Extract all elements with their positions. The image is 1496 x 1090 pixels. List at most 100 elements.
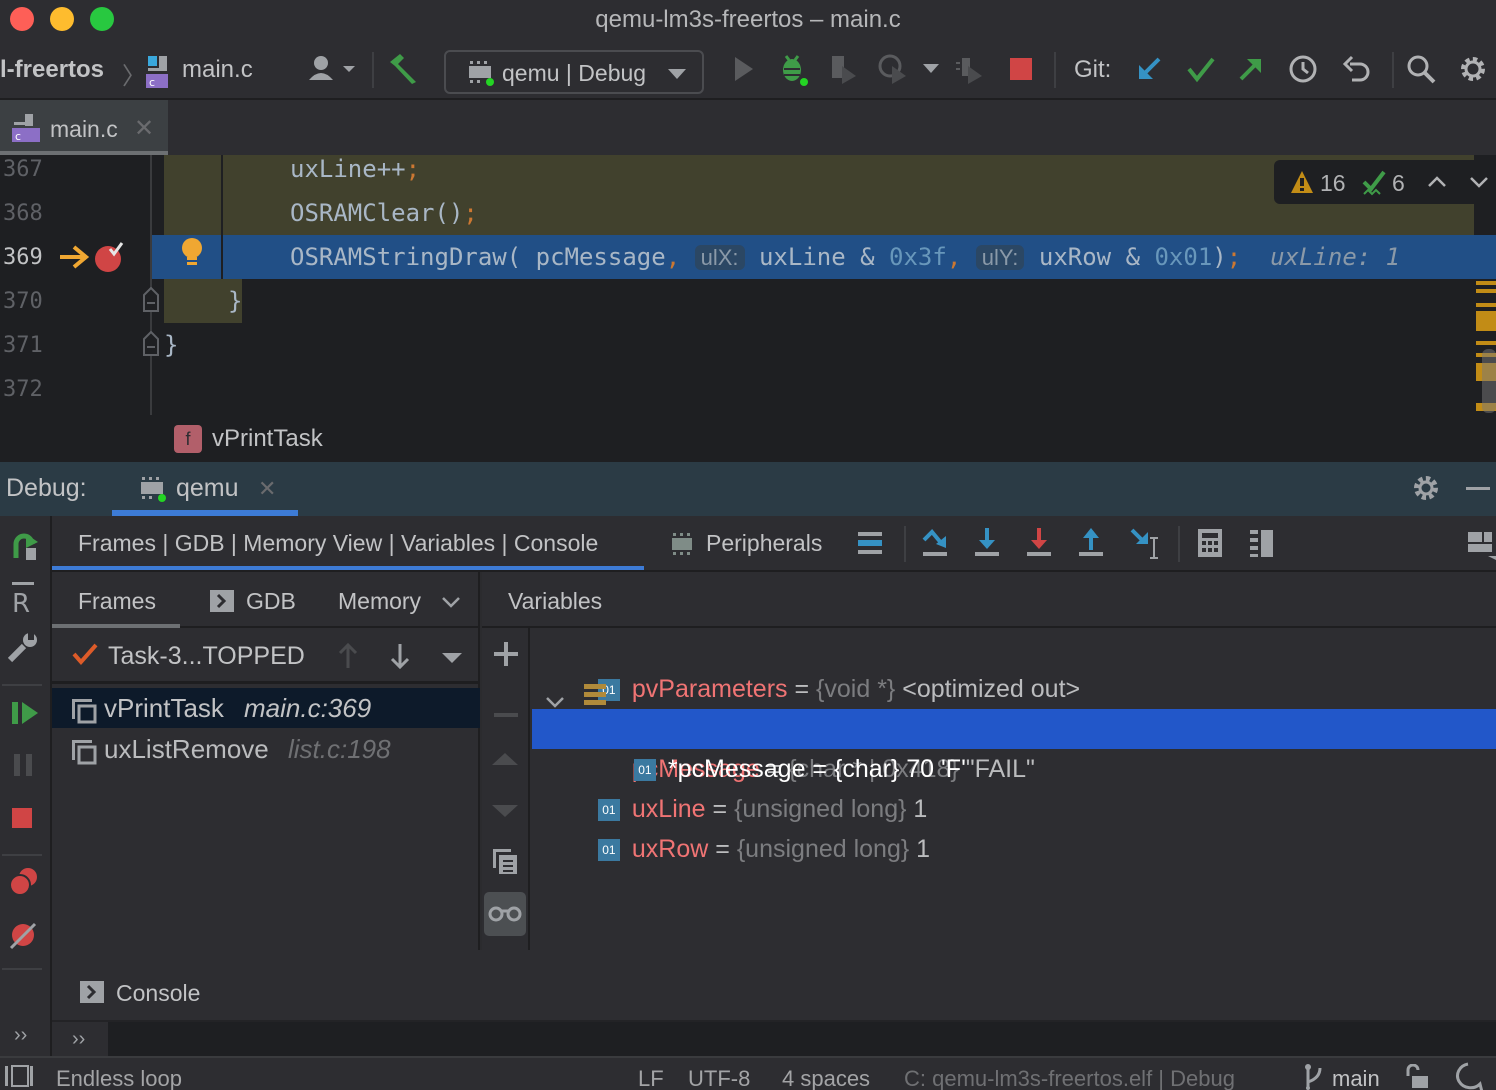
breadcrumb-file[interactable]: main.c: [182, 56, 253, 84]
vcs-users-icon[interactable]: [304, 52, 356, 86]
layout-tab[interactable]: Frames | GDB | Memory View | Variables |…: [52, 516, 644, 572]
run-to-cursor-icon[interactable]: [1128, 526, 1162, 565]
run-configuration-select[interactable]: qemu | Debug: [444, 50, 704, 94]
line-separator-widget[interactable]: LF: [638, 1066, 664, 1090]
reset-r-icon[interactable]: R: [10, 580, 38, 619]
settings-gear-icon[interactable]: [1456, 52, 1490, 86]
close-tab-icon[interactable]: ✕: [134, 114, 154, 143]
git-push-icon[interactable]: [1234, 52, 1268, 86]
encoding-widget[interactable]: UTF-8: [688, 1066, 750, 1090]
thread-selector[interactable]: Task-3...TOPPED: [52, 628, 480, 684]
duplicate-watch-icon[interactable]: [492, 848, 518, 881]
next-frame-arrow-icon[interactable]: [390, 642, 410, 675]
next-problem-icon[interactable]: [1470, 176, 1488, 194]
close-session-icon[interactable]: ✕: [258, 476, 276, 502]
resume-program-icon[interactable]: [10, 698, 40, 733]
previous-problem-icon[interactable]: [1428, 174, 1446, 192]
profiler-icon[interactable]: [876, 52, 910, 86]
hide-tool-window-icon[interactable]: [1466, 487, 1490, 490]
subtab-memory[interactable]: Memory: [338, 572, 468, 628]
git-branch-widget[interactable]: main: [1332, 1066, 1380, 1090]
inspection-widget[interactable]: 16 6: [1274, 160, 1496, 204]
history-clock-icon[interactable]: [1286, 52, 1320, 86]
fold-marker-icon[interactable]: [142, 330, 160, 362]
evaluate-expression-calculator-icon[interactable]: [1196, 528, 1224, 563]
debug-settings-gear-icon[interactable]: [1412, 474, 1440, 507]
step-out-icon[interactable]: [1076, 526, 1106, 563]
code-line-368[interactable]: OSRAMClear();: [290, 191, 478, 235]
console-tab[interactable]: Console: [78, 978, 258, 1008]
c-file-icon: c: [12, 112, 42, 149]
frame-row[interactable]: uxListRemove list.c:198: [52, 729, 480, 769]
code-line-369[interactable]: OSRAMStringDraw( pcMessage, ulX: uxLine …: [290, 235, 1400, 279]
debug-session-tab-qemu[interactable]: qemu ✕: [112, 462, 298, 516]
peripherals-tab[interactable]: Peripherals: [706, 530, 822, 557]
inline-debug-value: uxLine: 1: [1270, 243, 1401, 271]
intention-bulb-icon[interactable]: [178, 235, 206, 276]
subtab-gdb[interactable]: GDB: [208, 572, 308, 628]
coverage-icon[interactable]: [826, 52, 860, 86]
rollback-icon[interactable]: [1340, 52, 1374, 86]
code-line-367[interactable]: uxLine++;: [290, 147, 420, 191]
pause-program-icon[interactable]: [12, 752, 36, 783]
code-line-371[interactable]: }: [164, 323, 178, 367]
window-title: qemu-lm3s-freertos – main.c: [595, 6, 901, 33]
debug-bug-icon[interactable]: [776, 52, 810, 86]
read-only-lock-icon[interactable]: [1404, 1063, 1430, 1090]
variable-row[interactable]: 01 pvParameters = {void *} <optimized out…: [532, 629, 1496, 703]
editor-tab-main-c[interactable]: c main.c ✕: [0, 100, 168, 155]
git-commit-icon[interactable]: [1184, 52, 1218, 86]
move-watch-up-icon[interactable]: [492, 752, 518, 771]
show-execution-point-icon[interactable]: [858, 530, 884, 561]
trace-current-stream-icon[interactable]: [1248, 528, 1276, 563]
thread-dropdown-chevron-icon[interactable]: [442, 652, 462, 670]
thread-check-icon: [72, 642, 98, 671]
remove-watch-minus-icon[interactable]: [494, 704, 518, 722]
editor-gutter[interactable]: 367 368 369 370 371 372: [0, 155, 159, 415]
variable-row[interactable]: pcMessage = {char * | 0x418} "FAIL": [532, 669, 1496, 783]
new-watch-plus-icon[interactable]: [494, 642, 518, 671]
watches-glasses-toggle[interactable]: [484, 892, 526, 936]
code-editor[interactable]: 367 368 369 370 371 372 uxLine++; OSRAMC…: [0, 155, 1496, 415]
thread-label: Task-3...TOPPED: [108, 642, 305, 670]
error-stripe-scrollbar[interactable]: [1476, 281, 1496, 415]
breadcrumb-project[interactable]: l-freertos: [0, 56, 104, 84]
run-icon[interactable]: [726, 52, 760, 86]
more-run-options-chevron-icon[interactable]: [914, 52, 948, 86]
code-line-370[interactable]: }: [228, 279, 242, 323]
git-update-icon[interactable]: [1132, 52, 1166, 86]
rerun-icon[interactable]: [8, 528, 40, 567]
previous-frame-arrow-icon[interactable]: [338, 642, 358, 675]
notifications-icon[interactable]: [1452, 1062, 1484, 1090]
gdb-console-input[interactable]: ››: [52, 1020, 1496, 1058]
build-hammer-icon[interactable]: [386, 52, 420, 86]
search-icon[interactable]: [1404, 52, 1438, 86]
variable-row[interactable]: 01 uxRow = {unsigned long} 1: [532, 789, 1496, 863]
line-number: 372: [3, 377, 43, 402]
mute-breakpoints-icon[interactable]: [8, 920, 38, 955]
resolve-context-widget[interactable]: C: qemu-lm3s-freertos.elf | Debug: [904, 1066, 1235, 1090]
breakpoint-icon[interactable]: [94, 239, 126, 278]
step-into-icon[interactable]: [972, 526, 1002, 563]
step-over-icon[interactable]: [920, 526, 950, 563]
move-watch-down-icon[interactable]: [492, 804, 518, 823]
indent-widget[interactable]: 4 spaces: [782, 1066, 870, 1090]
fold-marker-icon[interactable]: [142, 286, 160, 318]
variable-row-selected[interactable]: 01 *pcMessage = {char} 70 'F': [532, 709, 1496, 783]
stop-icon[interactable]: [1004, 52, 1038, 86]
frame-row[interactable]: vPrintTask main.c:369: [52, 688, 480, 728]
settings-wrench-icon[interactable]: [7, 632, 38, 669]
status-message: Endless loop: [56, 1066, 182, 1090]
variable-row[interactable]: 01 uxLine = {unsigned long} 1: [532, 749, 1496, 823]
parameter-hint: ulY:: [975, 245, 1025, 270]
layout-settings-icon[interactable]: [1466, 530, 1496, 565]
frames-subtab-bar: Frames GDB Memory: [52, 572, 480, 628]
force-step-into-icon[interactable]: [1024, 526, 1054, 563]
stop-program-icon[interactable]: [12, 808, 34, 835]
toggle-tool-windows-icon[interactable]: [4, 1064, 34, 1090]
view-breakpoints-icon[interactable]: [8, 866, 38, 901]
subtab-frames[interactable]: Frames: [52, 572, 180, 628]
breadcrumb-function[interactable]: vPrintTask: [212, 425, 323, 453]
more-actions-chevron-icon[interactable]: ››: [14, 1024, 27, 1047]
attach-process-icon[interactable]: [952, 52, 986, 86]
